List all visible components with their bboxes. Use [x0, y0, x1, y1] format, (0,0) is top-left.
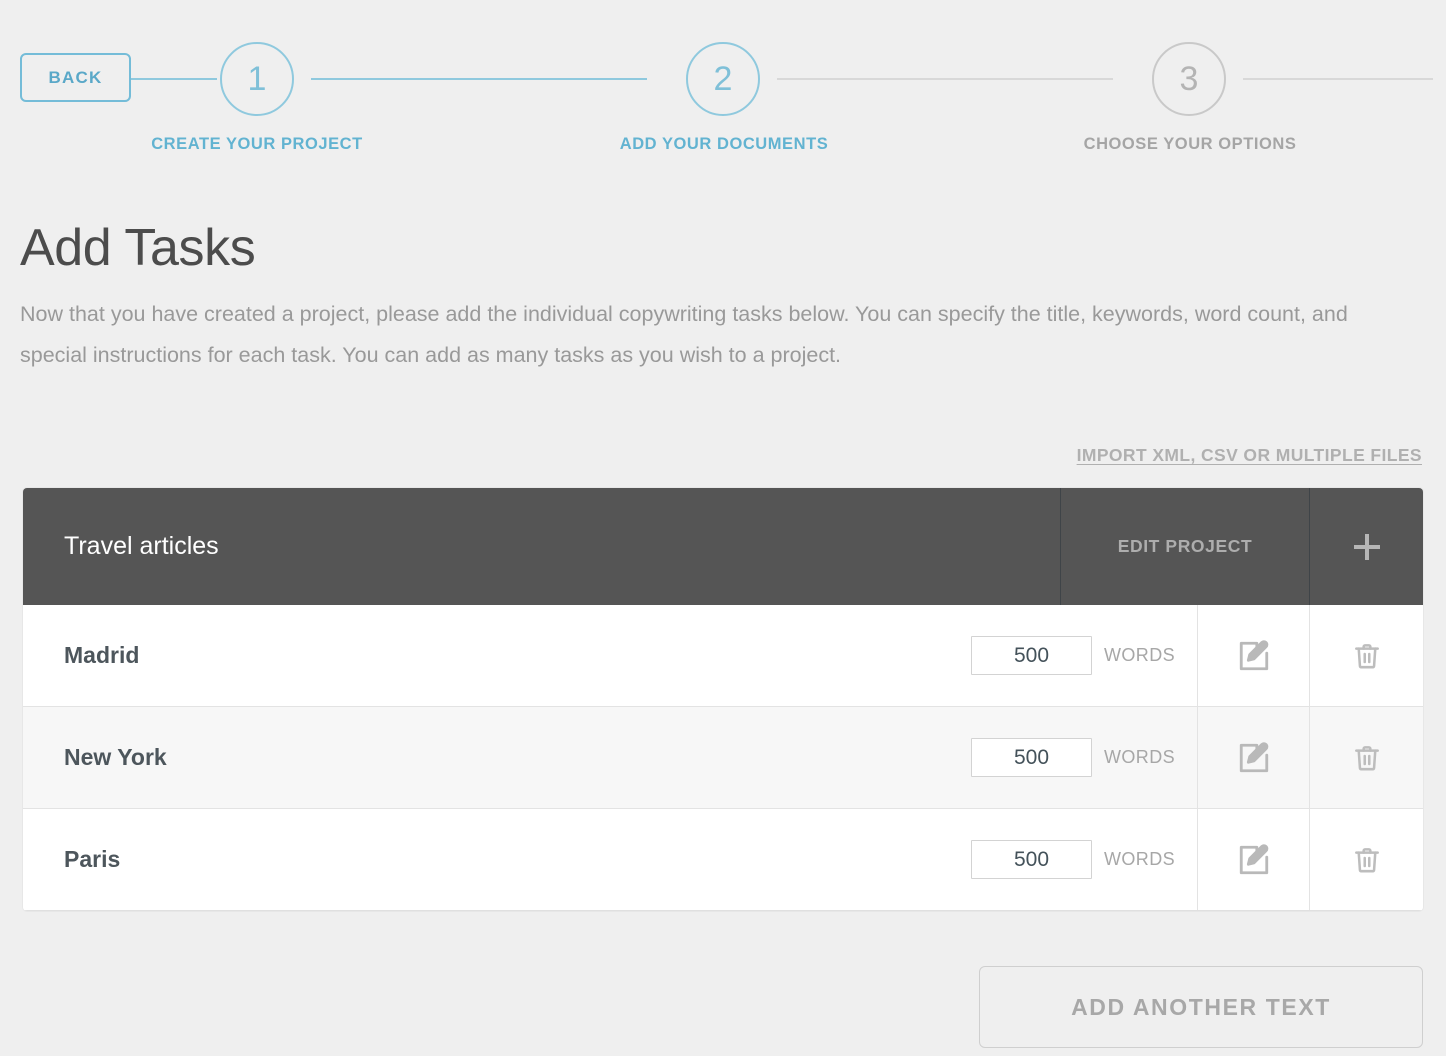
- words-unit-label: WORDS: [1104, 747, 1175, 768]
- edit-icon: [1237, 639, 1271, 673]
- project-name: Travel articles: [23, 488, 1060, 605]
- progress-stepper: BACK 1 2 3 CREATE YOUR PROJECT ADD YOUR …: [0, 0, 1446, 175]
- stepper-connector-back-1: [131, 78, 217, 80]
- words-input[interactable]: [971, 636, 1092, 675]
- edit-task-button[interactable]: [1197, 605, 1309, 706]
- words-input[interactable]: [971, 738, 1092, 777]
- stepper-circle-1[interactable]: 1: [220, 42, 294, 116]
- back-button[interactable]: BACK: [20, 53, 131, 102]
- page-title: Add Tasks: [20, 218, 255, 278]
- stepper-label-3: CHOOSE YOUR OPTIONS: [1070, 135, 1310, 154]
- stepper-connector-2-3: [777, 78, 1113, 80]
- trash-icon: [1351, 844, 1383, 876]
- plus-icon: [1354, 534, 1380, 560]
- stepper-label-1: CREATE YOUR PROJECT: [147, 135, 367, 154]
- stepper-connector-3-end: [1243, 78, 1433, 80]
- table-row: Paris WORDS: [23, 809, 1423, 911]
- edit-task-button[interactable]: [1197, 809, 1309, 910]
- edit-icon: [1237, 741, 1271, 775]
- task-wordcount-cell: WORDS: [971, 809, 1197, 910]
- table-row: Madrid WORDS: [23, 605, 1423, 707]
- stepper-circle-3[interactable]: 3: [1152, 42, 1226, 116]
- words-input[interactable]: [971, 840, 1092, 879]
- trash-icon: [1351, 640, 1383, 672]
- edit-project-button[interactable]: EDIT PROJECT: [1060, 488, 1309, 605]
- task-title: Madrid: [23, 605, 971, 706]
- tasks-table-header: Travel articles EDIT PROJECT: [23, 488, 1423, 605]
- page-description: Now that you have created a project, ple…: [20, 294, 1420, 376]
- edit-icon: [1237, 843, 1271, 877]
- words-unit-label: WORDS: [1104, 849, 1175, 870]
- delete-task-button[interactable]: [1309, 605, 1423, 706]
- task-title: New York: [23, 707, 971, 808]
- task-title: Paris: [23, 809, 971, 910]
- stepper-label-2: ADD YOUR DOCUMENTS: [608, 135, 840, 154]
- stepper-circle-2[interactable]: 2: [686, 42, 760, 116]
- add-task-button[interactable]: [1309, 488, 1423, 605]
- delete-task-button[interactable]: [1309, 809, 1423, 910]
- trash-icon: [1351, 742, 1383, 774]
- stepper-connector-1-2: [311, 78, 647, 80]
- import-files-link[interactable]: IMPORT XML, CSV OR MULTIPLE FILES: [1077, 445, 1422, 466]
- tasks-table: Travel articles EDIT PROJECT Madrid WORD…: [23, 488, 1423, 911]
- words-unit-label: WORDS: [1104, 645, 1175, 666]
- delete-task-button[interactable]: [1309, 707, 1423, 808]
- task-wordcount-cell: WORDS: [971, 707, 1197, 808]
- task-wordcount-cell: WORDS: [971, 605, 1197, 706]
- edit-task-button[interactable]: [1197, 707, 1309, 808]
- add-another-text-button[interactable]: ADD ANOTHER TEXT: [979, 966, 1423, 1048]
- table-row: New York WORDS: [23, 707, 1423, 809]
